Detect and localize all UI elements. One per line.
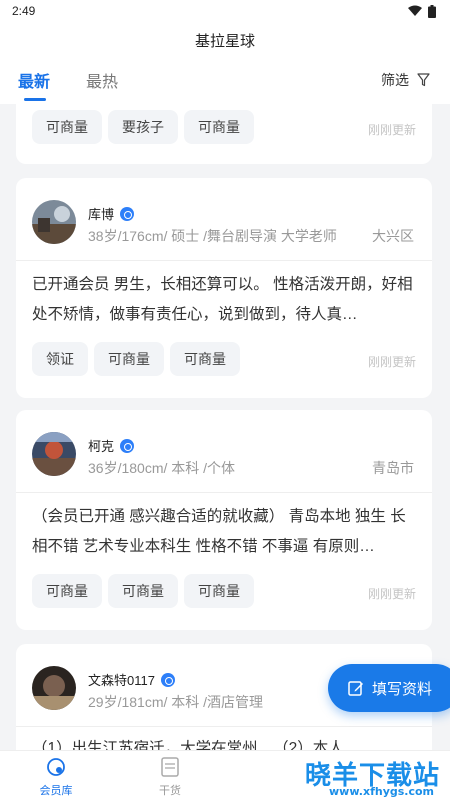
profile-name[interactable]: 文森特0117 <box>88 670 155 689</box>
tab-bar: 最新 最热 筛选 <box>0 58 450 104</box>
filter-button[interactable]: 筛选 <box>381 70 430 90</box>
tag: 可商量 <box>184 574 254 608</box>
tag: 可商量 <box>94 342 164 376</box>
nav-label: 会员库 <box>39 785 73 797</box>
status-icons <box>408 4 436 18</box>
profile-card[interactable]: 库博 38岁/176cm/ 硕士 /舞台剧导演 大学老师 大兴区 已开通会员 男… <box>16 178 432 398</box>
nav-label: 干货 <box>159 785 181 797</box>
filter-icon <box>417 73 430 87</box>
profile-meta: 38岁/176cm/ 硕士 /舞台剧导演 大学老师 <box>88 228 337 244</box>
updated-label: 刚刚更新 <box>367 355 416 369</box>
profile-name[interactable]: 柯克 <box>88 436 114 455</box>
tag-list: 可商量 要孩子 可商量 <box>32 110 254 144</box>
tag: 要孩子 <box>108 110 178 144</box>
tab-hottest[interactable]: 最热 <box>86 68 118 92</box>
updated-label: 刚刚更新 <box>367 123 416 137</box>
avatar[interactable] <box>32 666 76 710</box>
divider <box>16 726 432 727</box>
tag: 可商量 <box>170 342 240 376</box>
tag: 可商量 <box>108 574 178 608</box>
filter-label: 筛选 <box>381 72 409 88</box>
watermark-logo: 晓羊下载站 www.xfhygs.com <box>254 753 444 799</box>
divider <box>16 260 432 261</box>
tag: 可商量 <box>184 110 254 144</box>
wifi-icon <box>408 5 422 16</box>
profile-card[interactable]: 可商量 要孩子 可商量 刚刚更新 <box>16 104 432 164</box>
battery-icon <box>428 4 436 18</box>
verified-icon <box>160 672 175 687</box>
tag-list: 可商量 可商量 可商量 <box>32 574 254 608</box>
status-time: 2:49 <box>12 4 36 18</box>
avatar[interactable] <box>32 200 76 244</box>
tag: 可商量 <box>32 110 102 144</box>
tag: 可商量 <box>32 574 102 608</box>
member-library-icon <box>47 758 65 776</box>
profile-description: 已开通会员 男生，长相还算可以。 性格活泼开朗，好相处不矫情，做事有责任心，说到… <box>32 276 413 323</box>
app-title-bar: 基拉星球 <box>0 22 450 58</box>
updated-label: 刚刚更新 <box>367 587 416 601</box>
watermark-url: www.xfhygs.com <box>329 785 434 798</box>
profile-description: （会员已开通 感兴趣合适的就收藏） 青岛本地 独生 长相不错 艺术专业本科生 性… <box>32 508 406 555</box>
profile-meta: 29岁/181cm/ 本科 /酒店管理 <box>88 694 264 710</box>
page-title: 基拉星球 <box>194 32 255 50</box>
verified-icon <box>120 206 135 221</box>
profile-city: 青岛市 <box>372 460 414 476</box>
article-icon <box>161 757 179 777</box>
profile-card[interactable]: 柯克 36岁/180cm/ 本科 /个体 青岛市 （会员已开通 感兴趣合适的就收… <box>16 410 432 630</box>
tab-latest[interactable]: 最新 <box>18 68 50 92</box>
profile-name[interactable]: 库博 <box>88 204 114 223</box>
profile-feed[interactable]: 可商量 要孩子 可商量 刚刚更新 库博 38岁/176cm/ 硕士 /舞台剧导演… <box>0 104 450 750</box>
profile-description: （1）出生江苏宿迁，大学在常州…（2）本人 <box>32 740 344 750</box>
tag: 领证 <box>32 342 88 376</box>
tag-list: 领证 可商量 可商量 <box>32 342 240 376</box>
active-tab-indicator <box>24 98 46 101</box>
edit-icon <box>348 681 363 696</box>
verified-icon <box>120 438 135 453</box>
profile-meta: 36岁/180cm/ 本科 /个体 <box>88 460 236 476</box>
profile-city: 大兴区 <box>372 228 414 244</box>
fill-profile-label: 填写资料 <box>372 680 433 698</box>
fill-profile-button[interactable]: 填写资料 <box>328 664 450 712</box>
divider <box>16 492 432 493</box>
avatar[interactable] <box>32 432 76 476</box>
bottom-navigation: 会员库 干货 晓羊下载站 www.xfhygs.com <box>0 750 450 800</box>
nav-articles[interactable]: 干货 <box>140 757 200 798</box>
status-bar: 2:49 <box>0 0 450 22</box>
nav-member-library[interactable]: 会员库 <box>26 757 86 798</box>
